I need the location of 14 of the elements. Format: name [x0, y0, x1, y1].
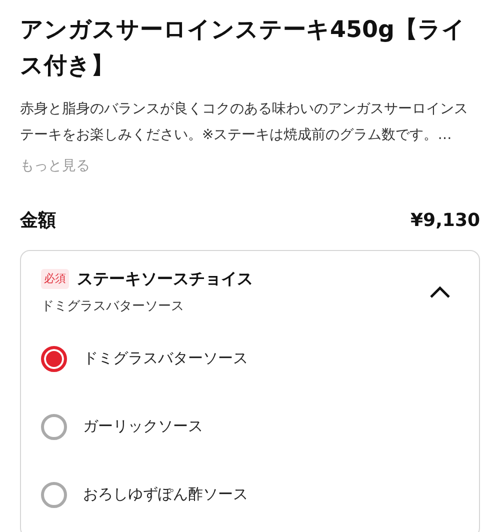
radio-button[interactable]	[41, 482, 67, 508]
option-title: ステーキソースチョイス	[77, 268, 253, 290]
selected-summary: ドミグラスバターソース	[41, 298, 185, 316]
option-label[interactable]: ガーリックソース	[83, 415, 203, 438]
price-label: 金額	[20, 209, 56, 233]
option-label[interactable]: ドミグラスバターソース	[83, 347, 248, 370]
chevron-up-icon[interactable]	[429, 284, 451, 299]
price-value: ¥9,130	[410, 209, 480, 233]
required-tag: 必須	[41, 268, 69, 290]
product-description: 赤身と脂身のバランスが良くコクのある味わいのアンガスサーロインステーキをお楽しみください。※ステーキは焼成前のグラム数です。…	[20, 100, 469, 145]
option-label[interactable]: おろしゆずぽん酢ソース	[83, 483, 248, 506]
radio-button[interactable]	[41, 414, 67, 440]
product-title: アンガスサーロインステーキ450g【ライス付き】	[20, 16, 466, 81]
radio-button[interactable]	[41, 346, 67, 372]
